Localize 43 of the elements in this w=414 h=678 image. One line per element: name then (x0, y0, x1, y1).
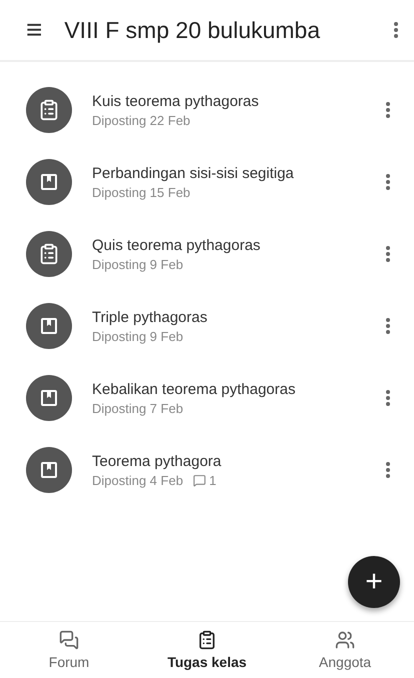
posted-date: Diposting 7 Feb (92, 400, 184, 416)
chat-icon (59, 630, 79, 650)
people-icon (335, 630, 355, 650)
more-icon (386, 390, 390, 406)
comment-icon (193, 474, 206, 486)
more-button[interactable] (386, 102, 390, 118)
bookmark-icon (39, 388, 59, 408)
more-button[interactable] (386, 318, 390, 334)
posted-date: Diposting 15 Feb (92, 184, 190, 200)
assignment-title[interactable]: Teorema pythagora (92, 452, 366, 470)
more-button[interactable] (386, 462, 390, 478)
assignment-title[interactable]: Triple pythagoras (92, 308, 366, 326)
menu-button[interactable]: ≡ (26, 16, 42, 44)
bookmark-icon (39, 316, 59, 336)
nav-tab[interactable]: Tugas kelas (147, 622, 267, 678)
more-button[interactable] (394, 22, 398, 38)
bookmark-icon (39, 460, 59, 480)
nav-tab[interactable]: Anggota (285, 622, 405, 678)
more-icon (386, 318, 390, 334)
more-icon (394, 22, 398, 38)
more-button[interactable] (386, 390, 390, 406)
posted-date: Diposting 22 Feb (92, 112, 190, 128)
add-button[interactable]: + (348, 556, 400, 608)
more-button[interactable] (386, 246, 390, 262)
bookmark-icon (39, 172, 59, 192)
assignment-title[interactable]: Perbandingan sisi-sisi segitiga (92, 164, 366, 182)
assignment-title[interactable]: Kebalikan teorema pythagoras (92, 380, 366, 398)
more-icon (386, 174, 390, 190)
assignment-title[interactable]: Kuis teorema pythagoras (92, 92, 366, 110)
nav-tab[interactable]: Forum (9, 622, 129, 678)
more-icon (386, 462, 390, 478)
assignment-title[interactable]: Quis teorema pythagoras (92, 236, 366, 254)
more-button[interactable] (386, 174, 390, 190)
clipboard-icon (197, 630, 217, 650)
posted-date: Diposting 9 Feb (92, 328, 184, 344)
clipboard-icon (38, 99, 60, 121)
class-title: VIII F smp 20 bulukumba (64, 16, 322, 44)
more-icon (386, 102, 390, 118)
posted-date: Diposting 4 Feb (92, 472, 184, 488)
comment-count: 1 (193, 472, 216, 488)
clipboard-icon (38, 243, 60, 265)
posted-date: Diposting 9 Feb (92, 256, 184, 272)
more-icon (386, 246, 390, 262)
